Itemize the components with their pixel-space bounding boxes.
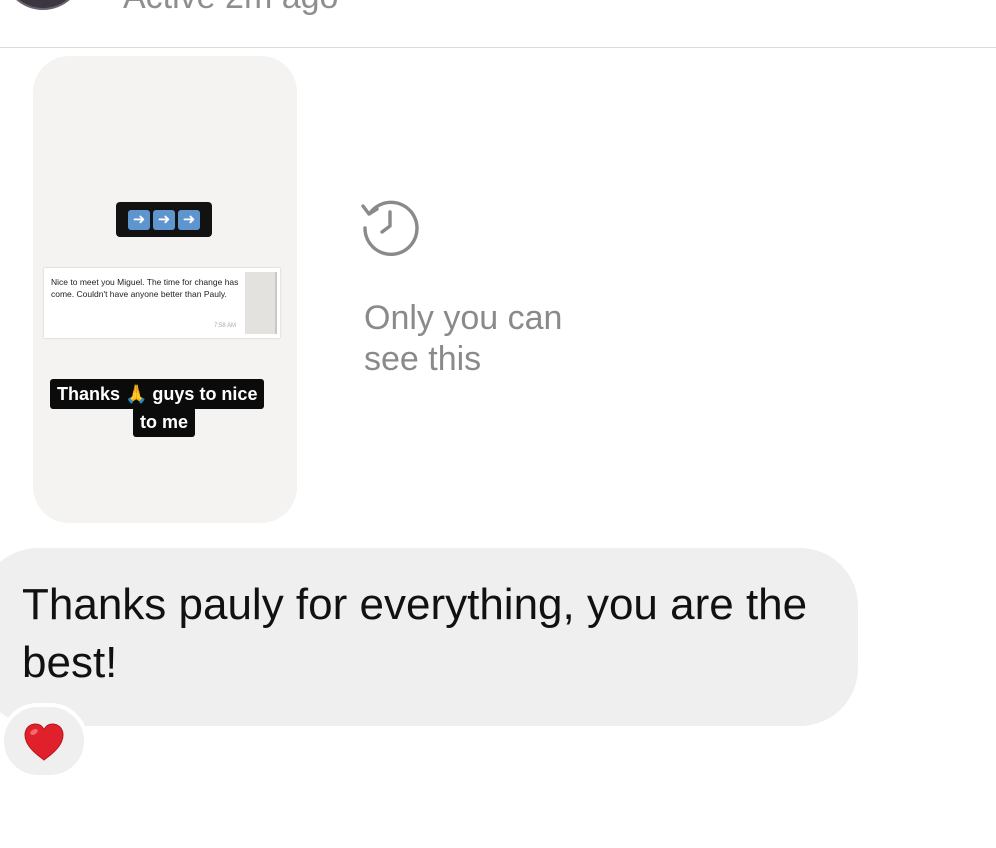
reaction-badge[interactable] [0,703,88,779]
screenshot-time: 7:58 AM [213,323,236,329]
history-icon [359,194,421,257]
chat-header: Active 2m ago [0,0,996,48]
avatar[interactable] [2,0,84,10]
story-reply-card[interactable]: ➜ ➜ ➜ Nice to meet you Miguel. The time … [33,56,297,523]
arrow-right-icon: ➜ [153,209,175,230]
message-screenshot: Nice to meet you Miguel. The time for ch… [44,268,280,338]
active-status: Active 2m ago [123,0,338,17]
screenshot-text: Nice to meet you Miguel. The time for ch… [51,277,239,299]
arrow-right-icon: ➜ [178,209,200,230]
message-bubble[interactable]: Thanks pauly for everything, you are the… [0,548,858,726]
only-you-can-see-label: Only you can see this [364,299,563,378]
arrows-sticker: ➜ ➜ ➜ [116,202,212,237]
story-caption-line-1: Thanks 🙏 guys to nice [50,379,265,409]
heart-icon [24,723,64,761]
story-caption-line-2: to me [133,407,196,437]
arrow-right-icon: ➜ [128,209,150,230]
screenshot-edge [245,272,277,334]
message-text: Thanks pauly for everything, you are the… [22,580,808,687]
